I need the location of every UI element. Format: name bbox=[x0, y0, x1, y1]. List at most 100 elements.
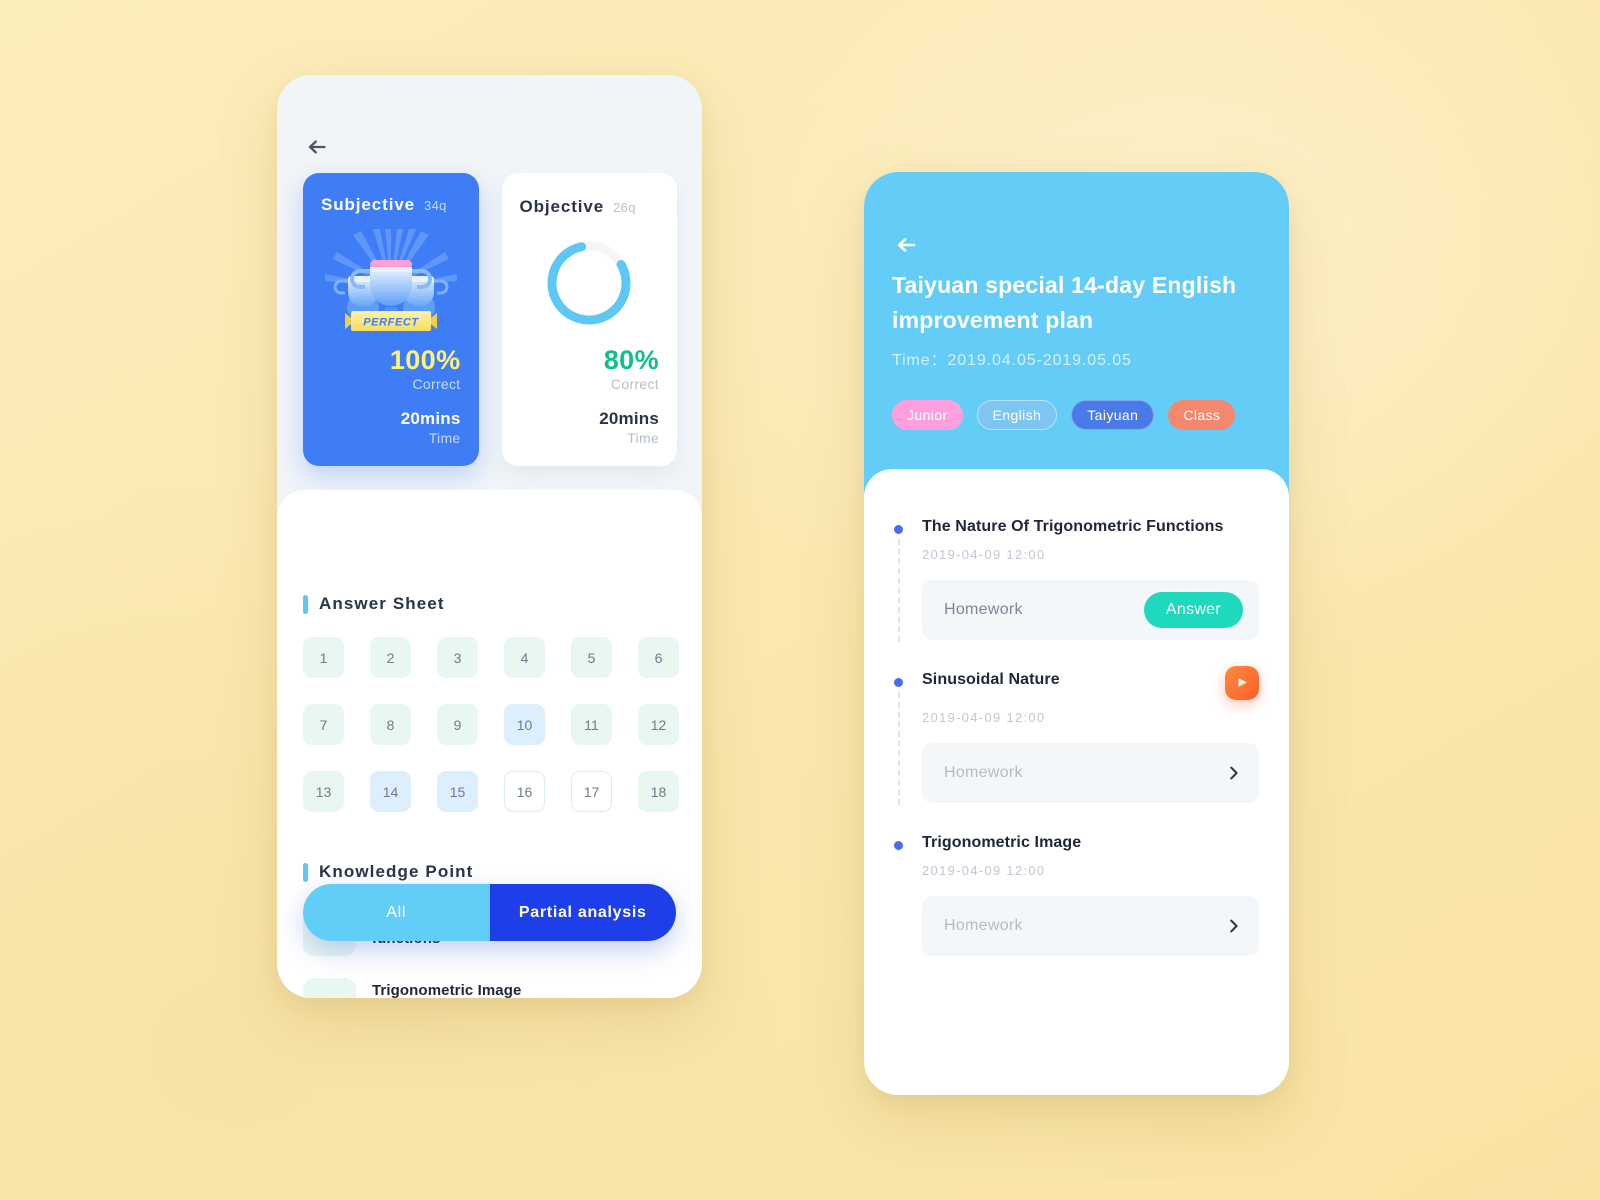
answer-cell[interactable]: 16 bbox=[504, 771, 545, 812]
correct-label: Correct bbox=[412, 376, 461, 392]
timeline-item: Sinusoidal Nature 2019-04-09 12:00 Homewor… bbox=[894, 666, 1259, 805]
correct-percent: 100% bbox=[389, 344, 461, 375]
answer-button[interactable]: Answer bbox=[1143, 592, 1243, 628]
timeline-item: The Nature Of Trigonometric Functions 201… bbox=[894, 517, 1259, 642]
lesson-title: The Nature Of Trigonometric Functions bbox=[922, 518, 1224, 535]
answer-cell[interactable]: 18 bbox=[638, 771, 679, 812]
back-button[interactable] bbox=[303, 130, 337, 164]
answer-cell[interactable]: 3 bbox=[437, 637, 478, 678]
answer-cell[interactable]: 7 bbox=[303, 704, 344, 745]
answer-cell[interactable]: 1 bbox=[303, 637, 344, 678]
timeline-item-header: The Nature Of Trigonometric Functions bbox=[922, 517, 1259, 537]
timeline-connector bbox=[898, 692, 900, 805]
plan-tag-taiyuan[interactable]: Taiyuan bbox=[1071, 400, 1155, 430]
homework-label: Homework bbox=[944, 764, 1023, 781]
timeline-item-header: Trigonometric Image bbox=[922, 833, 1259, 853]
homework-row[interactable]: Homework bbox=[922, 743, 1259, 803]
toggle-option-partial-analysis[interactable]: Partial analysis bbox=[489, 884, 676, 941]
plan-tag-junior[interactable]: Junior bbox=[892, 400, 963, 430]
plan-hero-header: Taiyuan special 14-day English improveme… bbox=[864, 172, 1289, 497]
section-accent-bar bbox=[303, 594, 308, 614]
answer-cell[interactable]: 9 bbox=[437, 704, 478, 745]
correct-percent: 80% bbox=[603, 344, 659, 375]
time-label: Time bbox=[627, 430, 659, 446]
progress-ring-icon bbox=[547, 241, 631, 325]
card-question-count: 34q bbox=[424, 198, 447, 213]
score-card-objective[interactable]: Objective 26q 80% Correct 20mins Time bbox=[501, 173, 677, 466]
arrow-left-icon bbox=[308, 140, 326, 154]
answer-cell[interactable]: 11 bbox=[571, 704, 612, 745]
knowledge-point-row[interactable]: 34% Trigonometric Image2 Questions bbox=[303, 978, 677, 998]
chevron-right-icon bbox=[1230, 919, 1238, 933]
card-title: Subjective bbox=[321, 195, 416, 214]
answer-cell[interactable]: 4 bbox=[504, 637, 545, 678]
plan-time-range: Time：2019.04.05-2019.05.05 bbox=[892, 352, 1132, 369]
section-accent-bar bbox=[303, 862, 308, 882]
page-background bbox=[0, 0, 1600, 1200]
arrow-left-icon bbox=[897, 238, 916, 252]
card-header: Subjective 34q bbox=[321, 195, 461, 215]
lesson-title: Sinusoidal Nature bbox=[922, 671, 1060, 688]
toggle-option-all[interactable]: All bbox=[303, 884, 490, 941]
plan-tag-english[interactable]: English bbox=[976, 400, 1058, 430]
answer-cell[interactable]: 15 bbox=[437, 771, 478, 812]
analysis-toggle[interactable]: All Partial analysis bbox=[303, 884, 676, 941]
answer-sheet-title: Answer Sheet bbox=[319, 594, 445, 613]
chevron-right-icon bbox=[1230, 766, 1238, 780]
answer-cell[interactable]: 2 bbox=[370, 637, 411, 678]
answer-cell[interactable]: 8 bbox=[370, 704, 411, 745]
lesson-date: 2019-04-09 12:00 bbox=[922, 710, 1046, 725]
knowledge-text: Trigonometric Image2 Questions bbox=[372, 978, 521, 998]
knowledge-point-title: Knowledge Point bbox=[319, 862, 474, 881]
score-card-subjective[interactable]: Subjective 34q PERFECT 100% Correct 20mi… bbox=[303, 173, 479, 466]
homework-row[interactable]: Homework bbox=[922, 896, 1259, 956]
trophy-icon: PERFECT bbox=[324, 229, 457, 331]
homework-row[interactable]: Homework Answer bbox=[922, 580, 1259, 640]
plan-tag-class[interactable]: Class bbox=[1168, 400, 1236, 430]
back-button[interactable] bbox=[892, 228, 926, 262]
answer-cell[interactable]: 6 bbox=[638, 637, 679, 678]
knowledge-percent-badge: 34% bbox=[303, 978, 356, 998]
answer-sheet-header: Answer Sheet bbox=[303, 594, 445, 614]
timeline-spacer bbox=[894, 803, 1259, 833]
lesson-date: 2019-04-09 12:00 bbox=[922, 863, 1046, 878]
time-value: 20mins bbox=[599, 409, 659, 428]
knowledge-point-name: Trigonometric Image bbox=[372, 982, 522, 998]
study-plan-screen: Taiyuan special 14-day English improveme… bbox=[864, 172, 1289, 1095]
homework-label: Homework bbox=[944, 917, 1023, 934]
correct-label: Correct bbox=[611, 376, 659, 392]
exam-report-screen: Subjective 34q PERFECT 100% Correct 20mi… bbox=[277, 75, 702, 998]
plan-body: The Nature Of Trigonometric Functions 201… bbox=[864, 469, 1289, 1095]
answer-grid: 1 2 3 4 5 6 7 8 9 10 11 12 13 14 15 16 17 18 bbox=[303, 637, 679, 812]
perfect-ribbon: PERFECT bbox=[344, 311, 437, 331]
score-card-row: Subjective 34q PERFECT 100% Correct 20mi… bbox=[303, 173, 677, 466]
answer-cell[interactable]: 10 bbox=[504, 704, 545, 745]
card-header: Objective 26q bbox=[520, 197, 660, 217]
video-play-badge[interactable] bbox=[1225, 666, 1259, 700]
chevron-right-icon[interactable] bbox=[1225, 917, 1243, 935]
lesson-timeline: The Nature Of Trigonometric Functions 201… bbox=[894, 517, 1259, 956]
card-stats: 100% Correct 20mins Time bbox=[321, 344, 461, 446]
progress-ring bbox=[543, 237, 635, 329]
timeline-spacer bbox=[894, 640, 1259, 670]
svg-text:PERFECT: PERFECT bbox=[363, 317, 419, 329]
timeline-dot bbox=[894, 678, 903, 687]
timeline-dot bbox=[894, 525, 903, 534]
answer-cell[interactable]: 17 bbox=[571, 771, 612, 812]
lesson-title: Trigonometric Image bbox=[922, 834, 1082, 851]
homework-label: Homework bbox=[944, 601, 1023, 618]
timeline-item-header: Sinusoidal Nature bbox=[922, 666, 1259, 700]
timeline-connector bbox=[898, 539, 900, 642]
knowledge-point-header: Knowledge Point bbox=[303, 862, 473, 882]
chevron-right-icon[interactable] bbox=[1225, 764, 1243, 782]
answer-cell[interactable]: 12 bbox=[638, 704, 679, 745]
card-stats: 80% Correct 20mins Time bbox=[520, 344, 660, 446]
answer-cell[interactable]: 14 bbox=[370, 771, 411, 812]
time-label: Time bbox=[428, 430, 461, 446]
card-title: Objective bbox=[519, 197, 605, 216]
video-play-icon bbox=[1238, 678, 1247, 687]
lesson-date: 2019-04-09 12:00 bbox=[922, 547, 1046, 562]
answer-cell[interactable]: 13 bbox=[303, 771, 344, 812]
plan-tag-list: Junior English Taiyuan Class bbox=[892, 400, 1236, 430]
answer-cell[interactable]: 5 bbox=[571, 637, 612, 678]
